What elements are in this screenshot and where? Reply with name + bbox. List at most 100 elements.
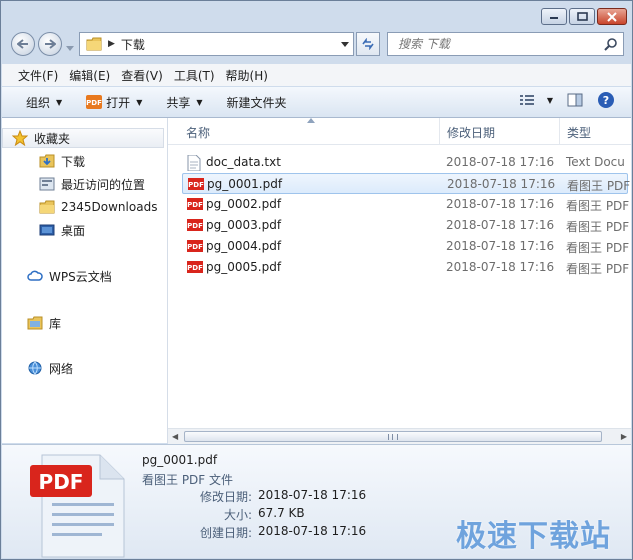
nav-item-wps-cloud[interactable]: WPS云文档 xyxy=(26,266,112,286)
file-row[interactable]: PDF pg_0005.pdf 2018-07-18 17:16 看图王 PDF xyxy=(182,257,630,278)
address-bar[interactable]: ▶ 下载 xyxy=(79,32,354,56)
column-date[interactable]: 修改日期 xyxy=(447,124,495,141)
address-dropdown-icon[interactable] xyxy=(341,41,349,47)
file-row-selected[interactable]: PDF pg_0001.pdf 2018-07-18 17:16 看图王 PDF xyxy=(182,173,631,194)
menu-tools[interactable]: 工具(T) xyxy=(174,67,215,84)
column-type[interactable]: 类型 xyxy=(567,124,591,141)
nav-item-library[interactable]: 库 xyxy=(26,313,61,333)
pdf-icon: PDF xyxy=(188,178,204,190)
nav-item-desktop[interactable]: 桌面 xyxy=(38,220,85,240)
share-label: 共享 xyxy=(166,95,191,110)
search-box[interactable] xyxy=(387,32,624,56)
file-name: pg_0001.pdf xyxy=(207,177,283,191)
file-type: 看图王 PDF xyxy=(566,220,630,234)
pdf-icon: PDF xyxy=(187,261,203,273)
column-name[interactable]: 名称 xyxy=(186,124,210,141)
chevron-down-icon: ▼ xyxy=(56,97,63,107)
new-folder-label: 新建文件夹 xyxy=(226,95,287,110)
sort-ascending-icon xyxy=(307,118,315,123)
watermark-text: 极速下载站 xyxy=(456,519,611,554)
file-type: 看图王 PDF xyxy=(566,262,630,276)
maximize-icon xyxy=(576,12,588,21)
open-button[interactable]: PDF 打开 ▼ xyxy=(86,94,142,111)
file-type: Text Docu xyxy=(566,155,625,169)
file-type: 看图王 PDF xyxy=(566,199,630,213)
close-button[interactable] xyxy=(597,8,627,25)
minimize-icon xyxy=(550,16,558,19)
nav-item-label: WPS云文档 xyxy=(49,269,112,284)
arrow-right-icon xyxy=(45,39,56,49)
nav-item-downloads[interactable]: 下载 xyxy=(38,151,85,171)
refresh-button[interactable] xyxy=(356,32,380,56)
new-folder-button[interactable]: 新建文件夹 xyxy=(227,94,287,111)
file-type: 看图王 PDF xyxy=(567,179,631,193)
maximize-button[interactable] xyxy=(569,8,595,25)
organize-button[interactable]: 组织 ▼ xyxy=(26,94,62,111)
share-button[interactable]: 共享 ▼ xyxy=(166,94,202,111)
window-caption-buttons xyxy=(541,8,627,25)
arrow-left-icon xyxy=(17,39,28,49)
folder-icon xyxy=(38,199,56,215)
pdf-icon: PDF xyxy=(187,198,203,210)
grip-icon xyxy=(388,433,398,440)
column-divider[interactable] xyxy=(559,118,560,144)
chevron-down-icon xyxy=(66,46,74,51)
menu-help[interactable]: 帮助(H) xyxy=(226,67,268,84)
details-pane: PDF pg_0001.pdf 看图王 PDF 文件 修改日期: 2018-07… xyxy=(2,444,631,558)
file-date: 2018-07-18 17:16 xyxy=(446,155,555,169)
details-size-value: 67.7 KB xyxy=(258,506,305,520)
menu-edit[interactable]: 编辑(E) xyxy=(69,67,110,84)
file-row[interactable]: PDF pg_0002.pdf 2018-07-18 17:16 看图王 PDF xyxy=(182,194,630,215)
recent-places-icon xyxy=(38,176,56,192)
scroll-right-icon[interactable]: ▶ xyxy=(621,432,627,441)
organize-label: 组织 xyxy=(26,95,51,110)
scrollbar-thumb[interactable] xyxy=(184,431,602,442)
scroll-left-icon[interactable]: ◀ xyxy=(172,432,178,441)
nav-item-recent-places[interactable]: 最近访问的位置 xyxy=(38,174,145,194)
minimize-button[interactable] xyxy=(541,8,567,25)
nav-favorites[interactable]: 收藏夹 xyxy=(2,128,164,148)
details-modified-value: 2018-07-18 17:16 xyxy=(258,488,367,502)
file-date: 2018-07-18 17:16 xyxy=(446,197,555,211)
recent-pages-button[interactable] xyxy=(66,40,74,54)
change-view-button[interactable]: ▼ xyxy=(519,94,553,106)
details-created-value: 2018-07-18 17:16 xyxy=(258,524,367,538)
chevron-down-icon[interactable]: ▼ xyxy=(547,96,553,105)
breadcrumb-item[interactable]: 下载 xyxy=(121,36,145,53)
desktop-icon xyxy=(38,222,56,238)
open-label: 打开 xyxy=(106,95,131,110)
details-file-type: 看图王 PDF 文件 xyxy=(142,473,234,487)
pdf-icon: PDF xyxy=(187,240,203,252)
nav-item-network[interactable]: 网络 xyxy=(26,358,73,378)
navigation-pane: 收藏夹 下载 最近访问的位置 2345Downloads 桌面 WPS云文档 库 xyxy=(2,118,168,443)
file-row[interactable]: doc_data.txt 2018-07-18 17:16 Text Docu xyxy=(182,152,628,173)
cloud-icon xyxy=(26,268,44,284)
pdf-file-thumbnail-icon: PDF xyxy=(30,454,125,558)
search-icon[interactable] xyxy=(604,37,618,51)
view-list-icon xyxy=(519,95,534,105)
column-divider[interactable] xyxy=(439,118,440,144)
nav-item-label: 桌面 xyxy=(61,223,86,238)
preview-pane-icon[interactable] xyxy=(567,93,583,107)
breadcrumb-separator-icon[interactable]: ▶ xyxy=(108,39,115,49)
file-row[interactable]: PDF pg_0004.pdf 2018-07-18 17:16 看图王 PDF xyxy=(182,236,629,257)
downloads-folder-icon xyxy=(38,153,56,169)
svg-text:PDF: PDF xyxy=(86,99,102,107)
nav-item-label: 库 xyxy=(49,316,62,331)
help-icon[interactable]: ? xyxy=(597,91,615,109)
file-row[interactable]: PDF pg_0003.pdf 2018-07-18 17:16 看图王 PDF xyxy=(182,215,630,236)
menu-view[interactable]: 查看(V) xyxy=(121,67,163,84)
forward-button[interactable] xyxy=(38,32,62,56)
nav-item-2345downloads[interactable]: 2345Downloads xyxy=(38,197,157,217)
horizontal-scrollbar[interactable]: ◀ ▶ xyxy=(168,428,631,445)
search-input[interactable] xyxy=(396,36,600,52)
file-name: pg_0002.pdf xyxy=(206,197,282,211)
view-controls: ▼ ? xyxy=(519,91,615,109)
menu-file[interactable]: 文件(F) xyxy=(18,67,58,84)
nav-item-label: 最近访问的位置 xyxy=(61,177,146,192)
file-date: 2018-07-18 17:16 xyxy=(446,218,555,232)
back-button[interactable] xyxy=(11,32,35,56)
file-name: pg_0005.pdf xyxy=(206,260,282,274)
pdf-badge-text: PDF xyxy=(39,470,84,494)
close-icon xyxy=(607,11,617,22)
